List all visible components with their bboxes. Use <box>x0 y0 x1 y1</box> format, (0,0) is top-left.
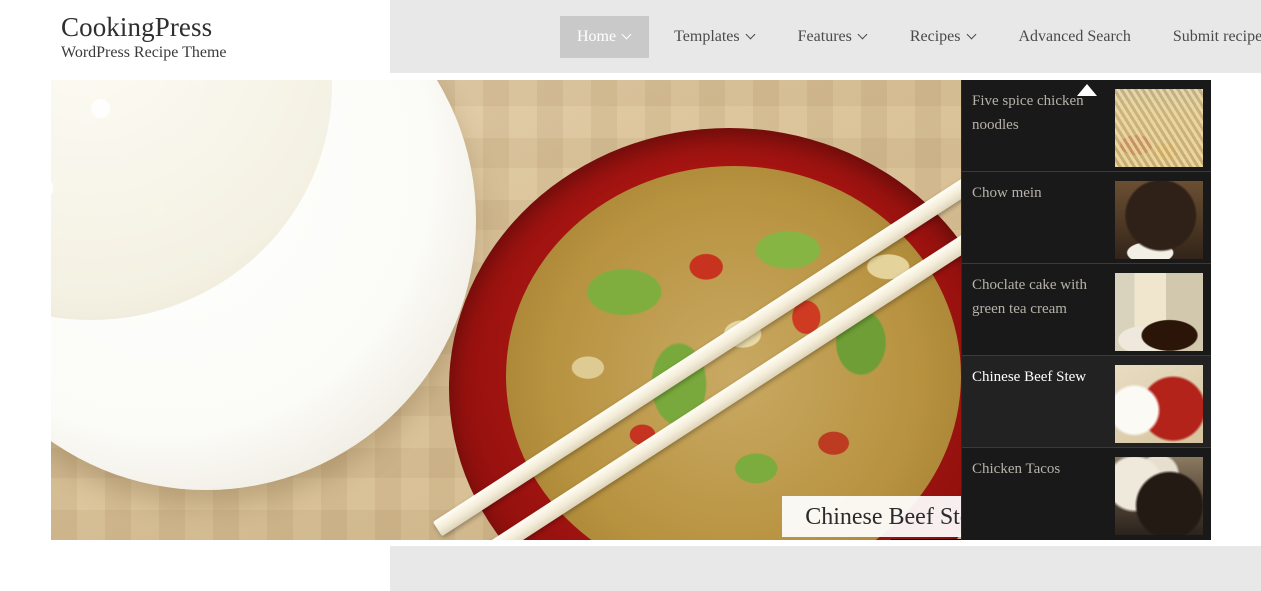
chocolate-cake-thumbnail <box>1115 273 1203 351</box>
chevron-down-icon <box>623 30 632 39</box>
content-section <box>390 546 1261 591</box>
nav-item-advanced-search-label: Advanced Search <box>1018 27 1131 45</box>
slider-playlist-item-title: Chow mein <box>972 185 1042 201</box>
page-root: CookingPress WordPress Recipe Theme Home… <box>0 0 1261 591</box>
slider-playlist-item-chinese-beef-stew[interactable]: Chinese Beef Stew <box>962 356 1211 448</box>
chevron-down-icon <box>968 30 977 39</box>
slider-playlist-item-title: Chicken Tacos <box>972 461 1061 477</box>
slider-playlist-item-choclate-cake[interactable]: Choclate cake with green tea cream <box>962 264 1211 356</box>
nav-item-recipes-label: Recipes <box>909 27 961 45</box>
nav-item-recipes[interactable]: Recipes <box>893 16 994 58</box>
slider-image-rice <box>51 80 332 320</box>
nav-item-submit-recipe-label: Submit recipe! <box>1172 27 1261 45</box>
chicken-tacos-thumbnail <box>1115 457 1203 535</box>
noodles-thumbnail <box>1115 89 1203 167</box>
nav-item-features-label: Features <box>797 27 852 45</box>
main-navigation: Home Templates Features Recipes Advanced… <box>560 0 1261 73</box>
nav-item-templates[interactable]: Templates <box>657 16 773 58</box>
site-header: CookingPress WordPress Recipe Theme Home… <box>0 0 1261 73</box>
slider-playlist-item-title: Choclate cake with green tea cream <box>972 277 1087 317</box>
slider-playlist-item-chow-mein[interactable]: Chow mein <box>962 172 1211 264</box>
slider-playlist: Five spice chicken noodles Chow mein Cho… <box>961 80 1211 540</box>
nav-item-submit-recipe[interactable]: Submit recipe! <box>1156 16 1261 58</box>
nav-item-advanced-search[interactable]: Advanced Search <box>1002 16 1148 58</box>
nav-item-templates-label: Templates <box>674 27 740 45</box>
chevron-down-icon <box>747 30 756 39</box>
site-title[interactable]: CookingPress <box>61 11 381 43</box>
site-tagline: WordPress Recipe Theme <box>61 44 227 61</box>
beef-stew-thumbnail <box>1115 365 1203 443</box>
nav-item-home-label: Home <box>577 27 617 45</box>
chevron-down-icon <box>859 30 868 39</box>
nav-item-home[interactable]: Home <box>560 15 650 58</box>
slider-playlist-item-chicken-tacos[interactable]: Chicken Tacos <box>962 448 1211 540</box>
nav-item-features[interactable]: Features <box>781 16 885 58</box>
site-branding[interactable]: CookingPress WordPress Recipe Theme <box>61 11 381 63</box>
slider-playlist-item-title: Chinese Beef Stew <box>972 369 1087 385</box>
slider-scroll-up-button[interactable] <box>962 80 1211 100</box>
chow-mein-thumbnail <box>1115 181 1203 259</box>
slider-featured-image[interactable] <box>51 80 961 540</box>
triangle-up-icon <box>1077 84 1097 96</box>
featured-slider: Chinese Beef Stew In Asian food Five spi… <box>51 80 1211 540</box>
